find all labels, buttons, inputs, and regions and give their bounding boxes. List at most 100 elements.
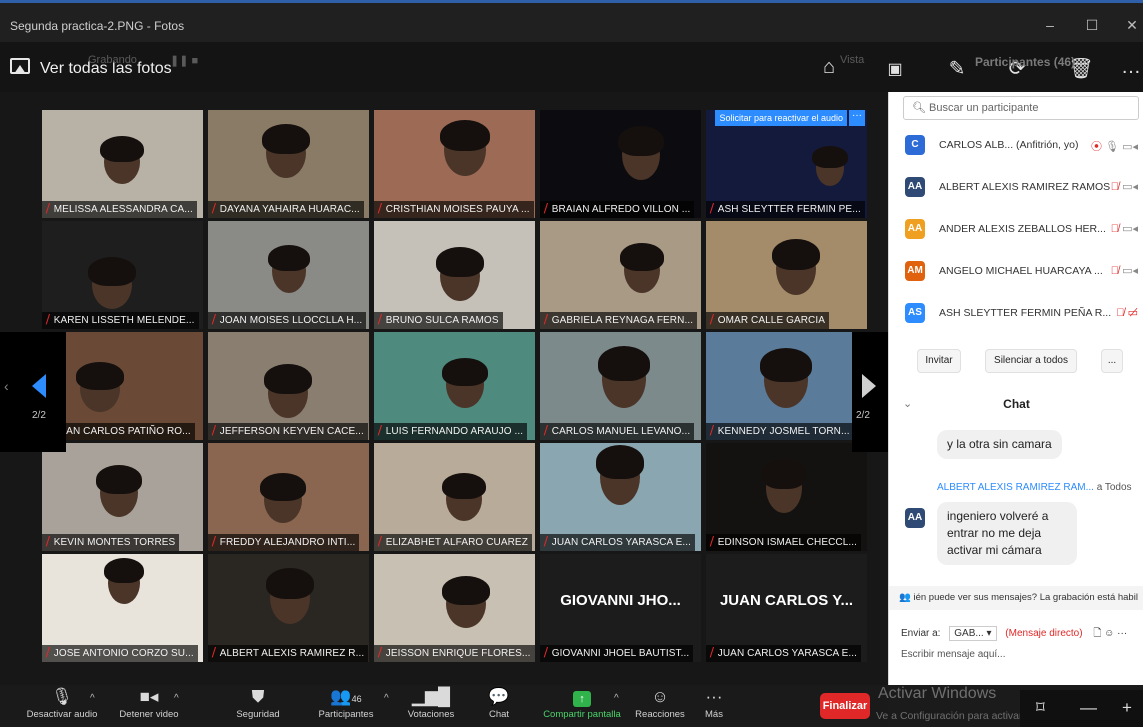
video-tile[interactable]: ⧸ KEVIN MONTES TORRES: [42, 443, 203, 551]
recording-indicator: Grabando: [88, 54, 137, 66]
edit-pen-icon[interactable]: ✎: [944, 56, 970, 81]
video-options-caret-icon[interactable]: ^: [174, 693, 179, 704]
zoom-in-icon[interactable]: +: [1122, 698, 1132, 718]
notice-text: ién puede ver sus mensajes? La grabación…: [913, 592, 1138, 603]
invite-button[interactable]: Invitar: [917, 349, 961, 373]
minimize-button[interactable]: –: [1040, 17, 1060, 33]
tile-name-bar: ⧸ JUAN CARLOS YARASCA E...: [706, 645, 862, 662]
photo-prev-chevron-icon[interactable]: ‹: [4, 378, 9, 394]
video-tile[interactable]: ⧸ JOSE ANTONIO CORZO SU...: [42, 554, 203, 662]
participant-row[interactable]: AS ASH SLEYTTER FERMIN PEÑA R... 🎙̸ ▭̸: [905, 298, 1143, 332]
crop-icon[interactable]: ⌂: [816, 56, 842, 79]
participant-row[interactable]: C CARLOS ALB... (Anfitrión, yo) ⦿ 🎙 ▭◂: [905, 130, 1143, 164]
share-icon-wrap: ↑: [538, 687, 626, 707]
panel-more-button[interactable]: ...: [1101, 349, 1123, 373]
tile-more-button[interactable]: ···: [849, 110, 865, 126]
video-tile[interactable]: GIOVANNI JHO... ⧸ GIOVANNI JHOEL BAUTIST..…: [540, 554, 701, 662]
polls-button[interactable]: ▁▆█ Votaciones: [406, 687, 456, 720]
share-screen-button[interactable]: ↑ Compartir pantalla ^: [538, 687, 626, 720]
chat-notice: 👥 ién puede ver sus mensajes? La grabaci…: [889, 586, 1143, 610]
participants-options-caret-icon[interactable]: ^: [384, 693, 389, 704]
close-window-button[interactable]: ✕: [1122, 17, 1142, 34]
window-title: Segunda practica-2.PNG - Fotos: [10, 19, 185, 33]
recipient-select[interactable]: GAB... ▾: [949, 626, 997, 641]
video-tile[interactable]: JUAN CARLOS Y... ⧸ JUAN CARLOS YARASCA E..…: [706, 554, 867, 662]
pause-indicator-icon: ❚❚ ■: [170, 55, 199, 67]
video-tile[interactable]: ⧸ KENNEDY JOSMEL TORN...: [706, 332, 867, 440]
page-indicator-left: 2/2: [32, 410, 46, 421]
video-tile[interactable]: Solicitar para reactivar el audio ··· ⧸ ASH…: [706, 110, 867, 218]
video-tile[interactable]: ⧸ BRUNO SULCA RAMOS: [374, 221, 535, 329]
participant-name: KEVIN MONTES TORRES: [53, 537, 176, 548]
microphone-icon: 🎙: [51, 687, 73, 706]
video-tile[interactable]: ⧸JUAN CARLOS PATIÑO RO...: [42, 332, 203, 440]
video-off-name: GIOVANNI JHO...: [560, 592, 681, 609]
participant-name: EDINSON ISMAEL CHECCL...: [717, 537, 858, 548]
participant-name: ALBERT ALEXIS RAMIREZ RAMOS: [939, 181, 1111, 193]
maximize-button[interactable]: ☐: [1082, 17, 1102, 34]
send-to-label: Enviar a:: [901, 628, 941, 639]
microphone-muted-icon: ⧸: [378, 314, 382, 326]
video-tile[interactable]: ⧸ EDINSON ISMAEL CHECCL...: [706, 443, 867, 551]
end-meeting-button[interactable]: Finalizar: [820, 693, 870, 719]
slideshow-icon[interactable]: ▣: [882, 59, 908, 79]
video-tile[interactable]: ⧸ DAYANA YAHAIRA HUARAC...: [208, 110, 369, 218]
audio-options-caret-icon[interactable]: ^: [90, 693, 95, 704]
mute-all-button[interactable]: Silenciar a todos: [985, 349, 1077, 373]
previous-page-button[interactable]: [0, 332, 66, 452]
emoji-icon[interactable]: ☺: [1104, 628, 1114, 639]
mute-audio-button[interactable]: 🎙 Desactivar audio ^: [24, 687, 100, 720]
video-camera-icon: ▭◂: [1122, 223, 1138, 235]
video-tile[interactable]: ⧸ BRAIAN ALFREDO VILLON ...: [540, 110, 701, 218]
video-tile[interactable]: ⧸ LUIS FERNANDO ARAUJO ...: [374, 332, 535, 440]
file-icon[interactable]: 🗋: [1093, 628, 1101, 639]
chat-button[interactable]: 💬 Chat: [484, 687, 514, 720]
video-tile[interactable]: ⧸ FREDDY ALEJANDRO INTI...: [208, 443, 369, 551]
participants-button[interactable]: 👥46 Participantes ^: [314, 687, 389, 720]
participant-row[interactable]: AM ANGELO MICHAEL HUARCAYA ... 🎙̸ ▭◂: [905, 256, 1143, 290]
zoom-out-icon[interactable]: —: [1080, 698, 1097, 718]
microphone-muted-icon: ⧸: [212, 536, 216, 548]
view-option: Vista: [840, 54, 865, 66]
chat-message-input[interactable]: Escribir mensaje aquí...: [901, 649, 1006, 660]
microphone-muted-icon: ⧸: [544, 647, 548, 659]
video-tile[interactable]: ⧸ ALBERT ALEXIS RAMIREZ R...: [208, 554, 369, 662]
video-tile[interactable]: ⧸ JOAN MOISES LLOCCLLA H...: [208, 221, 369, 329]
video-tile[interactable]: ⧸ GABRIELA REYNAGA FERN...: [540, 221, 701, 329]
participant-name: ELIZABHET ALFARO CUAREZ: [385, 537, 528, 548]
next-page-button[interactable]: [852, 332, 888, 452]
video-tile[interactable]: ⧸ MELISSA ALESSANDRA CA...: [42, 110, 203, 218]
participant-name: LUIS FERNANDO ARAUJO ...: [385, 426, 524, 437]
more-button[interactable]: ··· Más: [700, 687, 728, 720]
video-tile[interactable]: ⧸ CRISTHIAN MOISES PAUYA ...: [374, 110, 535, 218]
request-unmute-button[interactable]: Solicitar para reactivar el audio: [715, 110, 847, 126]
reactions-button[interactable]: ☺ Reacciones: [634, 687, 686, 720]
fit-to-screen-icon[interactable]: ⌑: [1036, 698, 1045, 718]
participant-name: CARLOS MANUEL LEVANO...: [551, 426, 691, 437]
ellipsis-icon[interactable]: ···: [1117, 628, 1127, 639]
participant-status-icons: 🎙̸ ▭◂: [1111, 264, 1138, 277]
participant-name: CRISTHIAN MOISES PAUYA ...: [385, 204, 530, 215]
tile-name-bar: ⧸ CARLOS MANUEL LEVANO...: [540, 423, 695, 440]
participant-row[interactable]: AA ANDER ALEXIS ZEBALLOS HER... 🎙̸ ▭◂: [905, 214, 1143, 248]
microphone-muted-icon: ⧸: [212, 314, 216, 326]
participant-row[interactable]: AA ALBERT ALEXIS RAMIREZ RAMOS 🎙̸ ▭◂: [905, 172, 1143, 206]
video-tile[interactable]: ⧸ JEFFERSON KEYVEN CACE...: [208, 332, 369, 440]
microphone-muted-icon: ⧸: [544, 314, 548, 326]
tile-name-bar: ⧸ BRAIAN ALFREDO VILLON ...: [540, 201, 695, 218]
tile-name-bar: ⧸ MELISSA ALESSANDRA CA...: [42, 201, 197, 218]
participant-search-input[interactable]: 🔍︎ Buscar un participante: [903, 96, 1139, 120]
participant-video-feed: [436, 247, 484, 277]
more-options-icon[interactable]: …: [1118, 56, 1143, 79]
video-tile[interactable]: ⧸ JEISSON ENRIQUE FLORES...: [374, 554, 535, 662]
video-tile[interactable]: ⧸ KAREN LISSETH MELENDE...: [42, 221, 203, 329]
video-tile[interactable]: ⧸ JUAN CARLOS YARASCA E...: [540, 443, 701, 551]
video-tile[interactable]: ⧸ CARLOS MANUEL LEVANO...: [540, 332, 701, 440]
security-button[interactable]: ⛊ Seguridad: [232, 687, 284, 720]
search-placeholder: Buscar un participante: [929, 102, 1039, 114]
video-tile[interactable]: ⧸ OMAR CALLE GARCIA: [706, 221, 867, 329]
video-tile[interactable]: ⧸ ELIZABHET ALFARO CUAREZ: [374, 443, 535, 551]
arrow-right-icon: [862, 374, 876, 398]
stop-video-button[interactable]: ■◂ Detener video ^: [112, 687, 186, 720]
share-options-caret-icon[interactable]: ^: [614, 693, 619, 704]
